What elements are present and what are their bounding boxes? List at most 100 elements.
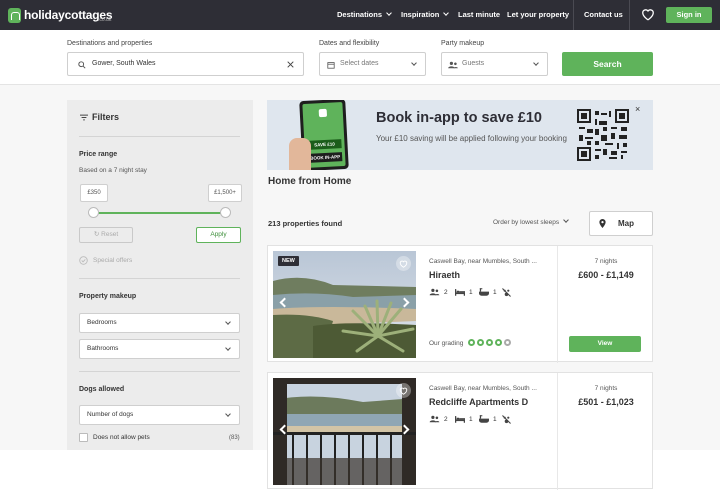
price-slider-min-handle[interactable] — [88, 207, 99, 218]
price-slider-max-handle[interactable] — [220, 207, 231, 218]
bedrooms-select[interactable]: Bedrooms — [79, 313, 240, 333]
nav-inspiration[interactable]: Inspiration — [401, 0, 450, 30]
property-grading: Our grading — [429, 339, 512, 348]
bedrooms-feature: 1 — [455, 414, 473, 424]
nav-let-your-property[interactable]: Let your property — [507, 0, 569, 30]
no-pets-feature — [502, 414, 511, 424]
bathrooms-select[interactable]: Bathrooms — [79, 339, 240, 359]
sort-select[interactable]: Order by lowest sleeps — [493, 217, 569, 226]
nav-contact-us[interactable]: Contact us — [584, 0, 623, 30]
price-range: £600 - £1,149 — [578, 270, 634, 280]
sleeps-feature: 2 — [429, 414, 448, 424]
chevron-down-icon — [533, 60, 539, 66]
bedrooms-value: Bedrooms — [87, 319, 117, 326]
chevron-down-icon — [443, 10, 450, 16]
grading-dot — [495, 339, 503, 346]
chevron-down-icon — [386, 10, 392, 16]
people-icon — [448, 61, 458, 69]
property-card[interactable]: NEW Caswell Bay, near Mumbles, South ...… — [267, 245, 653, 363]
apply-button[interactable]: Apply — [196, 227, 241, 243]
price-max-value: £1,500+ — [208, 184, 242, 202]
view-button[interactable]: View — [569, 336, 641, 352]
party-label: Party makeup — [441, 40, 485, 47]
promo-text: Your £10 saving will be applied followin… — [376, 134, 567, 143]
destination-input[interactable]: Gower, South Wales — [67, 52, 304, 76]
reset-button[interactable]: ↻ Reset — [79, 227, 133, 243]
sign-in-button[interactable]: Sign in — [666, 7, 712, 23]
nav-destinations[interactable]: Destinations — [337, 0, 392, 30]
no-pets-label: Does not allow pets — [93, 434, 150, 441]
chevron-down-icon — [225, 319, 231, 325]
search-button[interactable]: Search — [562, 52, 653, 76]
chevron-down-icon — [225, 411, 231, 417]
clear-icon[interactable] — [287, 61, 294, 68]
house-logo-icon — [8, 7, 21, 23]
filters-title: Filters — [92, 112, 120, 122]
price-min-value: £350 — [80, 184, 108, 202]
app-promo-banner: SAVE £10 BOOK IN-APP Book in-app to save… — [267, 100, 653, 170]
dates-label: Dates and flexibility — [319, 40, 380, 47]
check-circle-icon — [79, 256, 88, 265]
bathrooms-value: Bathrooms — [87, 345, 119, 352]
no-pets-icon — [502, 414, 511, 424]
promo-title: Book in-app to save £10 — [376, 110, 542, 126]
grading-label: Our grading — [429, 340, 464, 347]
dates-select[interactable]: Select dates — [319, 52, 426, 76]
number-of-dogs-select[interactable]: Number of dogs — [79, 405, 240, 425]
property-card[interactable]: Caswell Bay, near Mumbles, South ... Red… — [267, 372, 653, 490]
qr-code — [577, 109, 629, 161]
hand-illustration — [289, 138, 311, 170]
bedrooms-count: 1 — [469, 415, 473, 423]
chevron-down-icon — [411, 60, 417, 66]
chevron-down-icon — [225, 345, 231, 351]
dates-placeholder: Select dates — [340, 60, 379, 67]
guests-placeholder: Guests — [462, 60, 485, 67]
sleeps-count: 2 — [444, 415, 448, 423]
no-pets-checkbox[interactable] — [79, 433, 88, 442]
bath-icon — [479, 288, 489, 296]
grading-dot — [486, 339, 494, 346]
heart-icon — [399, 260, 408, 268]
bedrooms-feature: 1 — [455, 287, 473, 297]
sort-label: Order by lowest sleeps — [493, 219, 560, 226]
bathrooms-count: 1 — [493, 415, 497, 423]
bathrooms-feature: 1 — [479, 414, 497, 424]
phone-book-tag: BOOK IN-APP — [307, 152, 343, 163]
bed-icon — [455, 289, 465, 296]
stay-length: 7 nights — [594, 385, 618, 392]
new-badge: NEW — [278, 256, 299, 266]
nav-label: Inspiration — [401, 10, 440, 19]
filters-panel: Filters Price range Based on a 7 night s… — [67, 100, 253, 450]
price-range-heading: Price range — [79, 151, 118, 158]
close-icon[interactable]: × — [635, 104, 640, 114]
search-icon — [78, 61, 86, 69]
price-slider-track[interactable] — [94, 212, 226, 214]
special-offers-toggle[interactable]: Special offers — [79, 256, 132, 265]
property-photo[interactable]: NEW — [273, 251, 416, 358]
nav-last-minute[interactable]: Last minute — [458, 0, 500, 30]
favourites-button[interactable] — [629, 0, 665, 30]
balcony-photo — [273, 378, 416, 485]
map-pin-icon — [599, 219, 606, 228]
favourite-button[interactable] — [396, 383, 411, 398]
search-bar: Destinations and properties Gower, South… — [0, 30, 720, 85]
bath-icon — [479, 415, 489, 423]
bathrooms-feature: 1 — [479, 287, 497, 297]
property-name[interactable]: Hiraeth — [429, 270, 460, 280]
no-pets-icon — [502, 287, 511, 297]
property-name[interactable]: Redcliffe Apartments D — [429, 397, 528, 407]
price-range: £501 - £1,023 — [578, 397, 634, 407]
nav-label: Destinations — [337, 10, 383, 19]
divider — [79, 371, 240, 372]
guests-select[interactable]: Guests — [441, 52, 548, 76]
property-photo[interactable] — [273, 378, 416, 485]
reset-label: Reset — [101, 231, 119, 238]
favourite-button[interactable] — [396, 256, 411, 271]
divider — [79, 136, 240, 137]
destination-value: Gower, South Wales — [92, 60, 156, 67]
dogs-allowed-heading: Dogs allowed — [79, 386, 125, 393]
site-logo[interactable]: holidaycottages — [8, 6, 113, 24]
grading-dot — [477, 339, 485, 346]
grading-dots — [466, 339, 512, 348]
map-button[interactable]: Map — [589, 211, 653, 236]
